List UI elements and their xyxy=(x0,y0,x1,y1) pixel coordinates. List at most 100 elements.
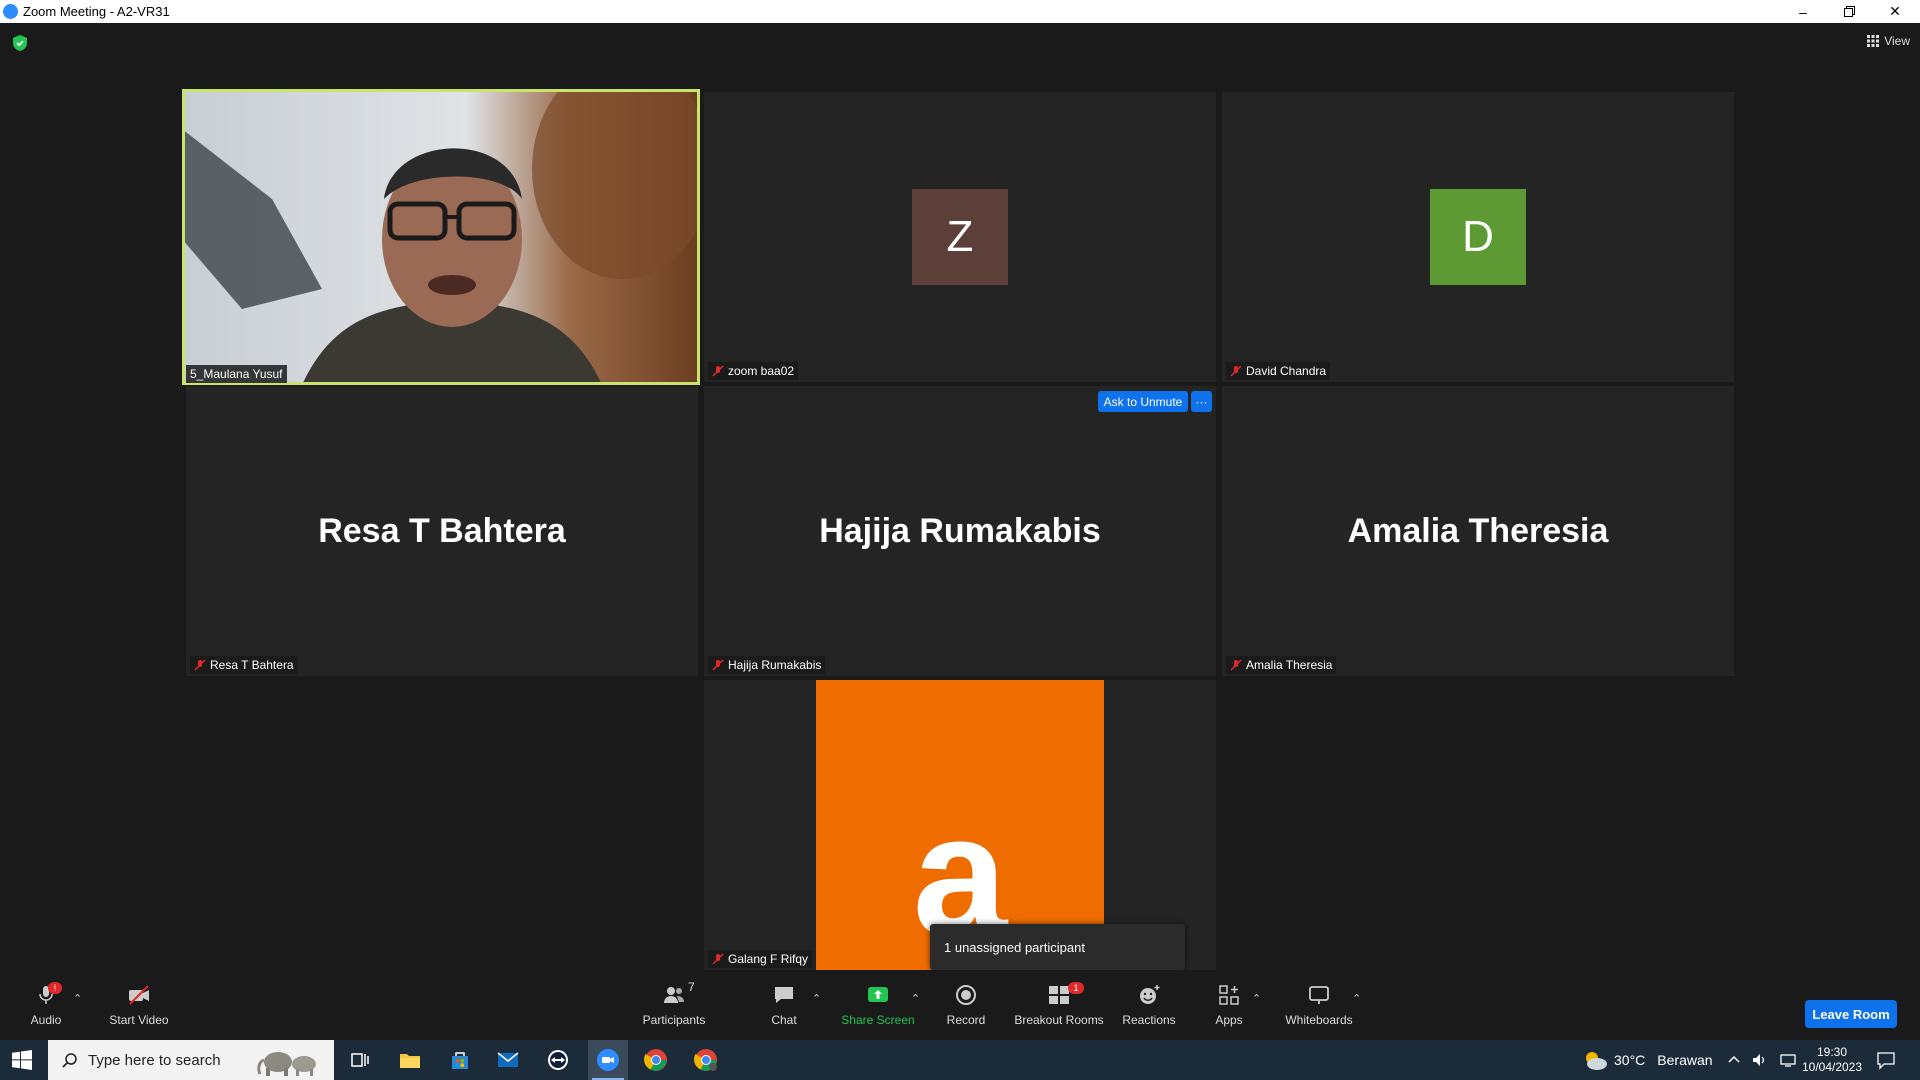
chrome-icon[interactable] xyxy=(644,1048,668,1072)
participant-name: Hajija Rumakabis xyxy=(728,658,822,672)
participant-nameplate: David Chandra xyxy=(1226,362,1331,380)
task-view-icon[interactable] xyxy=(348,1048,372,1072)
apps-label: Apps xyxy=(1215,1013,1243,1027)
window-title: Zoom Meeting - A2-VR31 xyxy=(23,4,170,19)
network-icon[interactable] xyxy=(1780,1052,1796,1068)
zoom-taskbar-active[interactable] xyxy=(588,1040,628,1080)
participants-button[interactable]: Participants 7 xyxy=(636,970,712,1040)
participant-avatar: D xyxy=(1430,189,1526,285)
view-button[interactable]: View xyxy=(1867,34,1910,48)
video-tile-david-chandra[interactable]: D David Chandra xyxy=(1222,92,1734,382)
close-button[interactable]: ✕ xyxy=(1872,0,1918,23)
restore-button[interactable] xyxy=(1826,0,1872,23)
reactions-label: Reactions xyxy=(1122,1013,1176,1027)
whiteboards-label: Whiteboards xyxy=(1285,1013,1353,1027)
search-placeholder: Type here to search xyxy=(88,1051,221,1069)
whiteboards-options-caret[interactable]: ⌃ xyxy=(1352,992,1361,1005)
video-tile-amalia-theresia[interactable]: Amalia Theresia Amalia Theresia xyxy=(1222,386,1734,676)
share-screen-label: Share Screen xyxy=(841,1013,915,1027)
restore-icon xyxy=(1843,6,1855,17)
breakout-rooms-label: Breakout Rooms xyxy=(1014,1013,1104,1027)
chrome-profile-icon[interactable] xyxy=(694,1048,718,1072)
apps-options-caret[interactable]: ⌃ xyxy=(1252,992,1261,1005)
participant-name: zoom baa02 xyxy=(728,364,795,378)
window-title-bar: Zoom Meeting - A2-VR31 – ✕ xyxy=(0,0,1920,23)
search-highlight-elephant-icon xyxy=(257,1052,316,1076)
clock[interactable]: 19:30 10/04/2023 xyxy=(1796,1045,1868,1075)
audio-button[interactable]: Audio ! xyxy=(20,970,72,1040)
mic-muted-icon xyxy=(1230,365,1242,377)
record-label: Record xyxy=(946,1013,986,1027)
taskbar-search-box[interactable]: Type here to search xyxy=(48,1040,334,1080)
encryption-shield-icon[interactable] xyxy=(12,34,28,52)
weather-cloud-sun-icon xyxy=(1586,1052,1607,1070)
mic-muted-icon xyxy=(1230,659,1242,671)
participant-nameplate: Amalia Theresia xyxy=(1226,656,1337,674)
breakout-rooms-button[interactable]: Breakout Rooms 1 xyxy=(1012,970,1106,1040)
video-tile-resa-t-bahtera[interactable]: Resa T Bahtera Resa T Bahtera xyxy=(186,386,698,676)
teamviewer-icon[interactable] xyxy=(546,1048,570,1072)
file-explorer-icon[interactable] xyxy=(398,1048,422,1072)
minimize-button[interactable]: – xyxy=(1780,0,1826,23)
video-tile-zoom-baa02[interactable]: Z zoom baa02 xyxy=(704,92,1216,382)
mic-muted-icon xyxy=(194,659,206,671)
leave-room-button[interactable]: Leave Room xyxy=(1805,1000,1897,1028)
participant-display-name: Amalia Theresia xyxy=(1347,511,1609,550)
whiteboards-button[interactable]: Whiteboards xyxy=(1280,970,1358,1040)
participant-nameplate: 5_Maulana Yusuf xyxy=(186,365,287,383)
record-icon xyxy=(956,985,976,1005)
ask-to-unmute-button[interactable]: Ask to Unmute xyxy=(1098,391,1188,412)
video-off-icon xyxy=(129,985,149,1005)
meeting-toolbar: Audio ! ⌃ Start Video Participants 7 Cha… xyxy=(0,970,1920,1040)
video-tile-hajija-rumakabis[interactable]: Hajija Rumakabis Ask to Unmute ··· Hajij… xyxy=(704,386,1216,676)
mail-icon[interactable] xyxy=(496,1048,520,1072)
volume-icon[interactable] xyxy=(1752,1052,1768,1068)
participant-display-name: Hajija Rumakabis xyxy=(819,511,1101,550)
reactions-button[interactable]: Reactions xyxy=(1118,970,1180,1040)
windows-taskbar: Type here to search 30°C Berawan 19:30 1… xyxy=(0,1040,1920,1080)
chat-options-caret[interactable]: ⌃ xyxy=(812,992,821,1005)
chat-label: Chat xyxy=(771,1013,797,1027)
participant-nameplate: Galang F Rifqy xyxy=(708,950,813,968)
whiteboard-icon xyxy=(1309,986,1329,1004)
weather-description: Berawan xyxy=(1657,1052,1713,1068)
apps-button[interactable]: Apps xyxy=(1206,970,1252,1040)
video-tile-maulana-yusuf[interactable]: 5_Maulana Yusuf xyxy=(182,89,700,385)
microsoft-store-icon[interactable] xyxy=(448,1048,472,1072)
grid-view-icon xyxy=(1867,35,1880,47)
participant-nameplate: Hajija Rumakabis xyxy=(708,656,826,674)
participants-count: 7 xyxy=(688,980,695,994)
participant-video xyxy=(182,89,700,385)
participant-name: Galang F Rifqy xyxy=(728,952,809,966)
participant-display-name: Resa T Bahtera xyxy=(318,511,566,550)
share-options-caret[interactable]: ⌃ xyxy=(911,992,920,1005)
chat-button[interactable]: Chat xyxy=(758,970,810,1040)
audio-options-caret[interactable]: ⌃ xyxy=(73,992,82,1005)
chat-icon xyxy=(775,987,793,1003)
apps-icon xyxy=(1219,985,1239,1005)
zoom-logo-icon xyxy=(3,4,18,19)
participant-name: David Chandra xyxy=(1246,364,1327,378)
search-icon xyxy=(62,1053,77,1068)
tray-expand-icon[interactable] xyxy=(1728,1054,1740,1066)
more-options-button[interactable]: ··· xyxy=(1191,391,1212,412)
notification-center-icon[interactable] xyxy=(1876,1050,1896,1070)
participant-name: Amalia Theresia xyxy=(1246,658,1333,672)
windows-start-icon[interactable] xyxy=(12,1050,32,1070)
participants-icon xyxy=(664,987,684,1003)
participants-label: Participants xyxy=(642,1013,706,1027)
share-screen-button[interactable]: Share Screen xyxy=(836,970,920,1040)
participant-avatar: Z xyxy=(912,189,1008,285)
participant-name: Resa T Bahtera xyxy=(210,658,294,672)
record-button[interactable]: Record xyxy=(940,970,992,1040)
clock-date: 10/04/2023 xyxy=(1801,1060,1863,1074)
view-label: View xyxy=(1884,34,1910,48)
breakout-notification-badge: 1 xyxy=(1068,982,1084,994)
share-screen-icon xyxy=(868,987,888,1002)
clock-time: 19:30 xyxy=(1816,1045,1848,1059)
audio-label: Audio xyxy=(30,1013,62,1027)
weather-widget[interactable]: 30°C Berawan xyxy=(1582,1040,1713,1080)
start-video-label: Start Video xyxy=(109,1013,169,1027)
participant-nameplate: Resa T Bahtera xyxy=(190,656,298,674)
start-video-button[interactable]: Start Video xyxy=(100,970,178,1040)
